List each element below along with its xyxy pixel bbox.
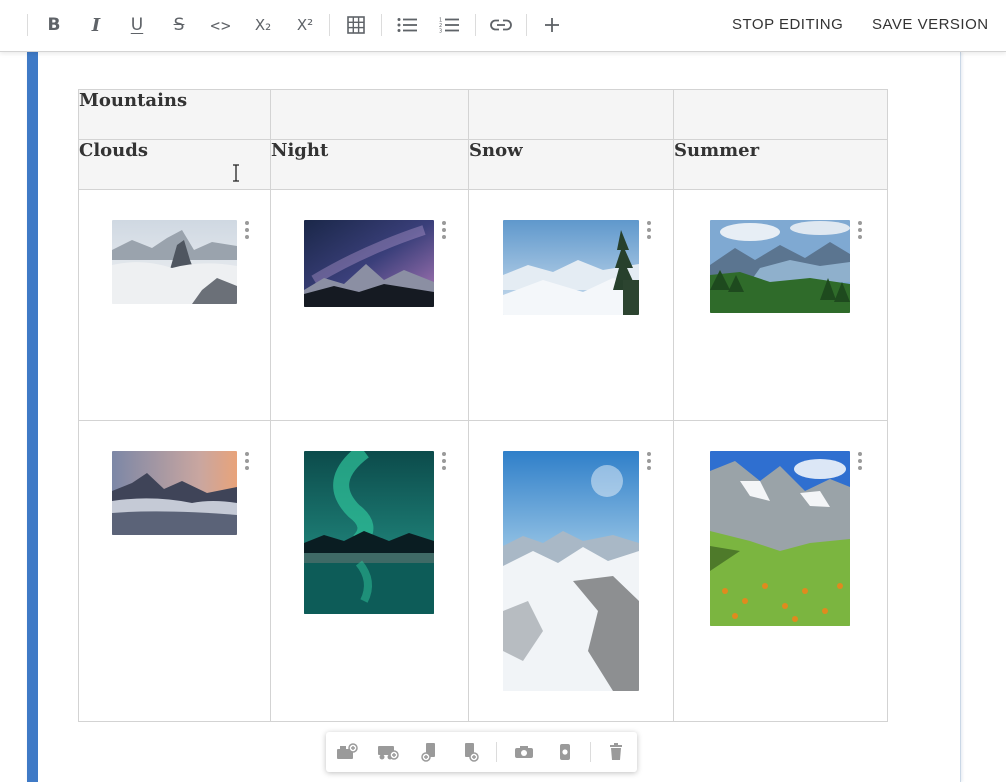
insert-column-left-icon — [421, 743, 435, 762]
device-camera-button[interactable] — [552, 740, 578, 764]
image-options-button[interactable] — [441, 452, 447, 470]
image-options-button[interactable] — [857, 221, 863, 239]
toolbar-divider — [526, 14, 527, 36]
insert-row-above-button[interactable] — [334, 740, 360, 764]
bulleted-list-icon — [397, 18, 417, 32]
table-title-row: Mountains — [78, 89, 888, 140]
strikethrough-button[interactable]: S — [163, 9, 195, 41]
toolbar-divider — [590, 742, 591, 762]
table-cell-title[interactable]: Mountains — [78, 89, 271, 140]
image-cell[interactable] — [78, 189, 271, 421]
insert-column-left-button[interactable] — [417, 740, 443, 764]
underline-button[interactable]: U — [121, 9, 153, 41]
insert-row-below-button[interactable] — [375, 740, 401, 764]
table-row — [78, 420, 888, 722]
image-options-button[interactable] — [441, 221, 447, 239]
toolbar-divider — [27, 14, 28, 36]
image-cell[interactable] — [468, 189, 674, 421]
camera-button[interactable] — [511, 740, 537, 764]
image-summer-2[interactable] — [710, 451, 850, 626]
image-cell[interactable] — [270, 189, 469, 421]
camera-icon — [515, 746, 533, 758]
header-cell-night[interactable]: Night — [270, 139, 469, 190]
header-cell-snow[interactable]: Snow — [468, 139, 674, 190]
image-options-button[interactable] — [244, 452, 250, 470]
insert-row-above-icon — [337, 743, 358, 759]
image-options-button[interactable] — [244, 221, 250, 239]
superscript-button[interactable]: X² — [289, 9, 321, 41]
link-button[interactable] — [485, 9, 517, 41]
image-cell[interactable] — [673, 189, 888, 421]
bulleted-list-button[interactable] — [391, 9, 423, 41]
plus-icon — [545, 18, 559, 32]
image-night-2[interactable] — [304, 451, 434, 614]
image-cell[interactable] — [78, 420, 271, 722]
image-options-button[interactable] — [646, 452, 652, 470]
image-cell[interactable] — [468, 420, 674, 722]
bold-icon: B — [47, 15, 61, 35]
stop-editing-button[interactable]: STOP EDITING — [732, 16, 843, 33]
image-summer-1[interactable] — [710, 220, 850, 313]
image-options-button[interactable] — [646, 221, 652, 239]
trash-icon — [610, 743, 622, 760]
page-accent-bar — [27, 52, 38, 782]
save-version-button[interactable]: SAVE VERSION — [872, 16, 989, 33]
delete-button[interactable] — [603, 740, 629, 764]
table-actions-toolbar — [326, 732, 637, 772]
insert-button[interactable] — [536, 9, 568, 41]
underline-icon: U — [130, 15, 144, 35]
toolbar-divider — [475, 14, 476, 36]
numbered-list-button[interactable]: 1 2 3 — [433, 9, 465, 41]
bold-button[interactable]: B — [38, 9, 70, 41]
header-cell-clouds[interactable]: Clouds — [78, 139, 271, 190]
code-icon: <> — [210, 15, 232, 35]
italic-icon: I — [91, 14, 101, 36]
subscript-button[interactable]: X₂ — [247, 9, 279, 41]
toolbar-divider — [329, 14, 330, 36]
insert-row-below-icon — [378, 746, 399, 760]
table-row — [78, 189, 888, 421]
image-snow-2[interactable] — [503, 451, 639, 691]
text-cursor-icon — [233, 164, 239, 182]
table-button[interactable] — [340, 9, 372, 41]
table-cell-empty[interactable] — [673, 89, 888, 140]
numbered-list-icon: 1 2 3 — [439, 18, 459, 34]
image-clouds-2[interactable] — [112, 451, 237, 535]
insert-column-right-button[interactable] — [458, 740, 484, 764]
image-options-button[interactable] — [857, 452, 863, 470]
phone-camera-icon — [560, 744, 570, 760]
editor-toolbar: B I U S <> X₂ X² 1 2 3 STOP EDITING SAVE… — [0, 0, 1006, 52]
mountains-table: Mountains Clouds Night Snow Summer — [78, 89, 888, 722]
image-cell[interactable] — [270, 420, 469, 722]
strikethrough-icon: S — [173, 15, 185, 35]
svg-text:3: 3 — [439, 29, 442, 34]
image-clouds-1[interactable] — [112, 220, 237, 304]
table-cell-empty[interactable] — [270, 89, 469, 140]
image-cell[interactable] — [673, 420, 888, 722]
image-snow-1[interactable] — [503, 220, 639, 315]
subscript-icon: X₂ — [254, 16, 272, 34]
link-icon — [490, 19, 512, 31]
code-button[interactable]: <> — [205, 9, 237, 41]
toolbar-divider — [381, 14, 382, 36]
insert-column-right-icon — [465, 743, 479, 762]
italic-button[interactable]: I — [80, 9, 112, 41]
header-cell-summer[interactable]: Summer — [673, 139, 888, 190]
table-icon — [347, 16, 365, 34]
image-night-1[interactable] — [304, 220, 434, 307]
table-header-row: Clouds Night Snow Summer — [78, 139, 888, 190]
superscript-icon: X² — [296, 16, 314, 34]
table-cell-empty[interactable] — [468, 89, 674, 140]
toolbar-divider — [496, 742, 497, 762]
